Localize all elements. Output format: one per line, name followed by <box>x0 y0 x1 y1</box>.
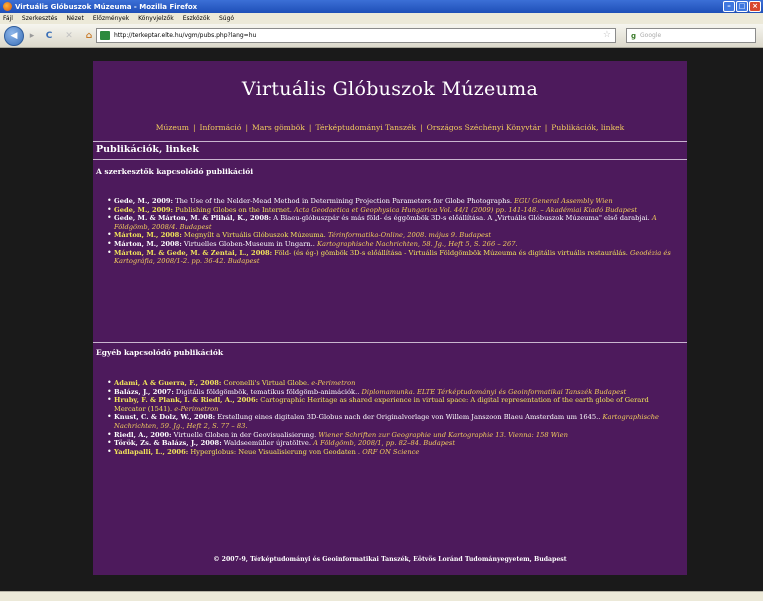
publication-venue: Kartographische Nachrichten, 58. Jg., He… <box>314 239 518 248</box>
reload-button[interactable]: C <box>40 27 58 45</box>
nav-link-publications[interactable]: Publikációk, linkek <box>551 123 624 132</box>
menu-view[interactable]: Nézet <box>66 15 83 22</box>
page-footer: © 2007-9, Térképtudományi és Geoinformat… <box>213 556 567 563</box>
publication-author: Hruby, F. & Plank, I. & Riedl, A., 2006: <box>114 396 259 405</box>
publication-list-other: Adami, A & Guerra, F., 2008: Coronelli's… <box>107 379 679 456</box>
site-navigation: Múzeum | Információ | Mars gömbök | Térképtudo… <box>155 123 625 132</box>
publication-venue: A Földgömb, 2008/1, pp. 82–84. Budapest <box>311 439 456 448</box>
publication-venue: e-Perimetron <box>309 379 356 387</box>
firefox-icon <box>3 2 12 11</box>
publication-author: Adami, A & Guerra, F., 2008: <box>114 379 222 387</box>
publication-venue: Térinformatika-Online, 2008. május 9. Bu… <box>325 231 492 240</box>
status-bar <box>0 591 763 601</box>
menu-bookmarks[interactable]: Könyvjelzők <box>138 15 174 22</box>
publication-item: Knust, C. & Dolz, W., 2008: Erstellung e… <box>107 413 679 430</box>
search-bar[interactable]: g Google <box>626 28 756 43</box>
site-title: Virtuális Glóbuszok Múzeuma <box>241 78 539 100</box>
publication-title-link[interactable]: Publishing Globes on the Internet. <box>173 206 292 214</box>
publication-author: Knust, C. & Dolz, W., 2008: <box>114 413 216 422</box>
menu-edit[interactable]: Szerkesztés <box>22 15 58 22</box>
window-controls: – □ × <box>723 1 761 12</box>
publication-item: Márton, M., 2008: Megnyílt a Virtuális G… <box>107 231 679 240</box>
site-favicon-icon <box>100 31 110 40</box>
publication-venue: Wiener Schriften zur Geographie und Kart… <box>316 430 568 439</box>
menu-file[interactable]: Fájl <box>3 15 13 22</box>
publication-venue: e-Perimetron <box>172 404 219 413</box>
publication-title-link[interactable]: Virtuelle Globen in der Geovisualisierun… <box>171 431 317 439</box>
publication-item: Gede, M. & Márton, M. & Plihál, K., 2008… <box>107 214 679 231</box>
publication-title-link[interactable]: Föld- (és ég-) gömbök 3D-s előállítása -… <box>272 249 628 257</box>
section-heading-editors: A szerkesztők kapcsolódó publikációi <box>96 167 254 176</box>
publication-item: Hruby, F. & Plank, I. & Riedl, A., 2006:… <box>107 396 679 413</box>
divider <box>93 342 687 343</box>
publication-author: Gede, M., 2009: <box>114 205 174 214</box>
publication-venue: ORF ON Science <box>360 447 420 456</box>
minimize-button[interactable]: – <box>723 1 735 12</box>
window-title: Virtuális Glóbuszok Múzeuma - Mozilla Fi… <box>15 2 198 11</box>
section-heading-other: Egyéb kapcsolódó publikációk <box>96 348 224 357</box>
window-titlebar: Virtuális Glóbuszok Múzeuma - Mozilla Fi… <box>0 0 763 13</box>
publication-title-link[interactable]: Digitális földgömbök, tematikus földgömb… <box>174 388 359 396</box>
publication-list-editors: Gede, M., 2009: The Use of the Nelder-Me… <box>107 197 679 266</box>
publication-title-link[interactable]: Megnyílt a Virtuális Glóbuszok Múzeuma. <box>182 231 326 239</box>
menu-tools[interactable]: Eszközök <box>183 15 210 22</box>
stop-button[interactable]: ✕ <box>60 27 78 45</box>
publication-author: Márton, M., 2008: <box>114 239 182 248</box>
publication-item: Yadlapalli, L., 2006: Hyperglobus: Neue … <box>107 448 679 457</box>
nav-link-library[interactable]: Országos Széchényi Könyvtár <box>427 123 541 132</box>
publication-item: Márton, M. & Gede, M. & Zentai, L., 2008… <box>107 249 679 266</box>
nav-link-museum[interactable]: Múzeum <box>156 123 189 132</box>
page-title: Publikációk, linkek <box>96 144 199 155</box>
close-button[interactable]: × <box>749 1 761 12</box>
menu-help[interactable]: Súgó <box>219 15 234 22</box>
publication-item: Riedl, A., 2000: Virtuelle Globen in der… <box>107 431 679 440</box>
publication-item: Adami, A & Guerra, F., 2008: Coronelli's… <box>107 379 679 388</box>
nav-link-mars[interactable]: Mars gömbök <box>252 123 305 132</box>
publication-title-link[interactable]: The Use of the Nelder-Mead Method in Det… <box>173 197 512 205</box>
publication-title-link[interactable]: Waldseemüller újratöltve. <box>222 439 311 447</box>
nav-link-department[interactable]: Térképtudományi Tanszék <box>315 123 416 132</box>
url-text: http://terkeptar.elte.hu/vgm/pubs.php?la… <box>114 32 257 39</box>
forward-button[interactable]: ▸ <box>26 27 38 45</box>
publication-item: Balázs, J., 2007: Digitális földgömbök, … <box>107 388 679 397</box>
publication-author: Gede, M., 2009: <box>114 197 174 205</box>
publication-venue: Diplomamunka. ELTE Térképtudományi és Ge… <box>359 387 627 396</box>
address-bar[interactable]: http://terkeptar.elte.hu/vgm/pubs.php?la… <box>96 28 616 43</box>
publication-title-link[interactable]: Virtuelles Globen-Museum in Ungarn.. <box>182 240 315 248</box>
publication-item: Márton, M., 2008: Virtuelles Globen-Muse… <box>107 240 679 249</box>
publication-author: Márton, M., 2008: <box>114 231 182 240</box>
publication-title-link[interactable]: Hyperglobus: Neue Visualisierung von Geo… <box>188 448 360 456</box>
publication-item: Gede, M., 2009: Publishing Globes on the… <box>107 206 679 215</box>
publication-item: Török, Zs. & Balázs, J., 2008: Waldseemü… <box>107 439 679 448</box>
publication-title-link[interactable]: Coronelli's Virtual Globe. <box>221 379 309 387</box>
publication-author: Yadlapalli, L., 2006: <box>114 447 189 456</box>
page-content: Virtuális Glóbuszok Múzeuma Múzeum | Infor… <box>93 61 687 575</box>
publication-item: Gede, M., 2009: The Use of the Nelder-Me… <box>107 197 679 206</box>
search-placeholder: Google <box>640 32 662 39</box>
bookmark-star-icon[interactable]: ☆ <box>603 30 611 40</box>
nav-link-info[interactable]: Információ <box>200 123 242 132</box>
menu-bar: Fájl Szerkesztés Nézet Előzmények Könyvj… <box>0 13 763 24</box>
publication-title-link[interactable]: A Blaeu-glóbuszpár és más föld- és éggöm… <box>271 214 650 222</box>
publication-venue: EGU General Assembly Wien <box>512 197 613 205</box>
navigation-toolbar: ◀ ▸ C ✕ ⌂ http://terkeptar.elte.hu/vgm/p… <box>0 24 763 48</box>
divider <box>93 159 687 160</box>
publication-author: Balázs, J., 2007: <box>114 387 174 396</box>
menu-history[interactable]: Előzmények <box>93 15 129 22</box>
publication-venue: Acta Geodaetica et Geophysica Hungarica … <box>291 205 638 214</box>
divider <box>93 141 687 142</box>
publication-title-link[interactable]: Erstellung eines digitalen 3D-Globus nac… <box>215 413 600 421</box>
publication-author: Márton, M. & Gede, M. & Zentai, L., 2008… <box>114 248 273 257</box>
publication-author: Török, Zs. & Balázs, J., 2008: <box>114 439 222 448</box>
publication-author: Riedl, A., 2000: <box>114 430 172 439</box>
search-engine-icon[interactable]: g <box>631 32 636 40</box>
publication-author: Gede, M. & Márton, M. & Plihál, K., 2008… <box>114 214 272 223</box>
maximize-button[interactable]: □ <box>736 1 748 12</box>
back-button[interactable]: ◀ <box>4 25 24 46</box>
